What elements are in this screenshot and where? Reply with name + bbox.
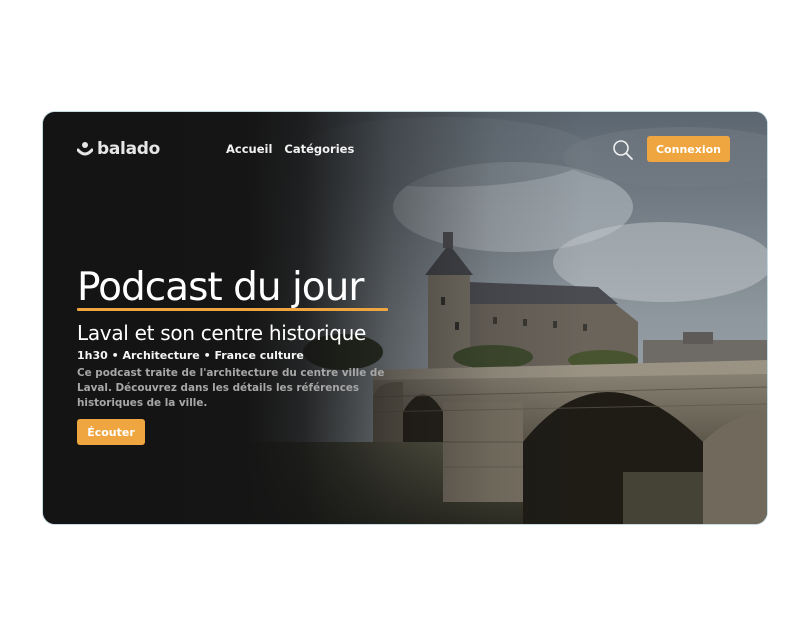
main-nav: Accueil Catégories <box>226 142 354 156</box>
brand-logo[interactable]: balado <box>77 139 160 159</box>
search-icon[interactable] <box>612 139 634 161</box>
brand-name: balado <box>97 139 160 159</box>
login-button[interactable]: Connexion <box>647 136 730 162</box>
nav-item-accueil[interactable]: Accueil <box>226 142 272 156</box>
hero-card: balado Accueil Catégories Connexion Podc… <box>43 112 767 524</box>
podcast-listener-icon <box>77 142 93 156</box>
episode-meta: 1h30 • Architecture • France culture <box>77 349 304 362</box>
hero-dark-gradient <box>43 112 767 524</box>
hero-title: Podcast du jour <box>77 265 364 310</box>
episode-description: Ce podcast traite de l'architecture du c… <box>77 367 385 409</box>
listen-button[interactable]: Écouter <box>77 419 145 445</box>
nav-item-categories[interactable]: Catégories <box>284 142 354 156</box>
episode-title: Laval et son centre historique <box>77 321 367 345</box>
title-underline <box>77 308 388 311</box>
